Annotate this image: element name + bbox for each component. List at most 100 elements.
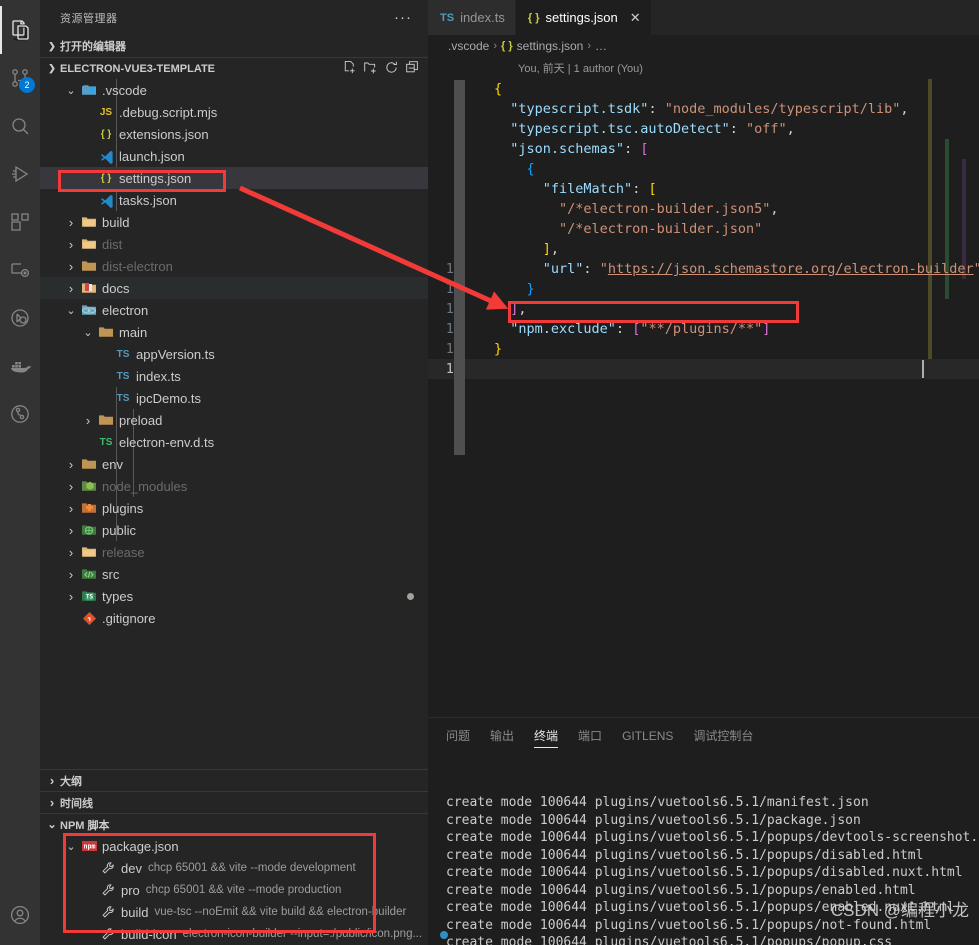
panel-tab-终端[interactable]: 终端 (534, 718, 559, 753)
npm-script-build-icon[interactable]: build-icon electron-icon-builder --input=… (40, 923, 428, 945)
activity-item-gitlens[interactable] (0, 390, 40, 438)
tab-label: settings.json (545, 10, 618, 25)
breadcrumb-item-symbol[interactable]: … (595, 39, 607, 53)
activity-item-run-and-debug[interactable] (0, 150, 40, 198)
panel-tab-问题[interactable]: 问题 (446, 718, 470, 753)
tree-file-index.ts[interactable]: TS index.ts (40, 365, 428, 387)
extensions-icon (8, 210, 32, 234)
tree-folder-env[interactable]: › env (40, 453, 428, 475)
chevron-down-icon: ⌄ (66, 84, 76, 97)
tree-folder-electron[interactable]: ⌄ electron (40, 299, 428, 321)
activity-item-explorer[interactable] (0, 6, 40, 54)
code-line-10[interactable]: 10 "url": "https://json.schemastore.org/… (428, 259, 979, 279)
watermark-text: CSDN @编程小龙 (830, 900, 969, 920)
section-project-root[interactable]: ❯ ELECTRON-VUE3-TEMPLATE (40, 57, 428, 79)
breadcrumb[interactable]: .vscode › { } settings.json › … (428, 35, 979, 57)
line-content: "json.schemas": [ (510, 141, 649, 157)
activity-bar: 2 (0, 0, 40, 945)
code-line-5[interactable]: 5 { (428, 159, 979, 179)
breadcrumb-item-folder[interactable]: .vscode (448, 39, 489, 53)
npm-script-dev[interactable]: dev chcp 65001 && vite --mode development (40, 857, 428, 879)
code-line-2[interactable]: 2 "typescript.tsdk": "node_modules/types… (428, 99, 979, 119)
tree-folder-plugins[interactable]: › plugins (40, 497, 428, 519)
tree-folder-dist-electron[interactable]: › dist-electron (40, 255, 428, 277)
panel-tab-端口[interactable]: 端口 (578, 718, 602, 753)
tree-file-launch.json[interactable]: launch.json (40, 145, 428, 167)
panel-tab-输出[interactable]: 输出 (490, 718, 514, 753)
npm-script-root-package-json[interactable]: ⌄ npm package.json (40, 835, 428, 857)
activity-item-extensions[interactable] (0, 198, 40, 246)
code-line-15[interactable]: 15 (428, 359, 979, 379)
close-icon[interactable]: ✕ (630, 10, 641, 26)
tree-file-extensions.json[interactable]: { } extensions.json (40, 123, 428, 145)
activity-item-docker[interactable] (0, 342, 40, 390)
tree-folder-preload[interactable]: › preload (40, 409, 428, 431)
activity-item-remote-explorer[interactable] (0, 294, 40, 342)
activity-item-testing[interactable] (0, 246, 40, 294)
sidebar-more-actions-button[interactable]: ··· (394, 10, 420, 25)
tree-file-.gitignore[interactable]: .gitignore (40, 607, 428, 629)
tree-folder-src[interactable]: › src (40, 563, 428, 585)
npm-script-build[interactable]: build vue-tsc --noEmit && vite build && e… (40, 901, 428, 923)
tab-index-ts[interactable]: TS index.ts (428, 0, 516, 35)
tab-settings-json[interactable]: { } settings.json ✕ (515, 0, 652, 35)
code-line-8[interactable]: 8 "/*electron-builder.json" (428, 219, 979, 239)
code-line-14[interactable]: 14} (428, 339, 979, 359)
section-open-editors[interactable]: ❯ 打开的编辑器 (40, 35, 428, 57)
new-file-icon[interactable] (342, 60, 357, 78)
sidebar-section-NPM 脚本[interactable]: ⌄ NPM 脚本 (40, 813, 428, 835)
tree-item-label: appVersion.ts (136, 346, 215, 362)
collapse-all-icon[interactable] (405, 60, 420, 78)
panel-tab-调试控制台[interactable]: 调试控制台 (693, 718, 753, 753)
sidebar-section-时间线[interactable]: › 时间线 (40, 791, 428, 813)
tree-folder-main[interactable]: ⌄ main (40, 321, 428, 343)
tree-folder-.vscode[interactable]: ⌄ .vscode (40, 79, 428, 101)
tree-folder-types[interactable]: › TS types (40, 585, 428, 607)
chevron-down-icon: ⌄ (83, 326, 93, 339)
tree-folder-dist[interactable]: › dist (40, 233, 428, 255)
tree-file-tasks.json[interactable]: tasks.json (40, 189, 428, 211)
folder-icon (79, 236, 99, 252)
npm-script-pro[interactable]: pro chcp 65001 && vite --mode production (40, 879, 428, 901)
tree-item-label: plugins (102, 500, 144, 516)
refresh-icon[interactable] (384, 60, 399, 78)
tree-file-settings.json[interactable]: { } settings.json (40, 167, 428, 189)
tree-folder-release[interactable]: › release (40, 541, 428, 563)
tree-folder-build[interactable]: › build (40, 211, 428, 233)
code-editor[interactable]: You, 前天 | 1 author (You) 1{2 "typescript… (428, 57, 979, 717)
code-line-6[interactable]: 6 "fileMatch": [ (428, 179, 979, 199)
chevron-right-icon: › (68, 544, 74, 560)
code-line-13[interactable]: 13 "npm.exclude": ["**/plugins/**"] (428, 319, 979, 339)
code-line-9[interactable]: 9 ], (428, 239, 979, 259)
tree-item-label: node_modules (102, 478, 188, 494)
tree-file-electron-env.d.ts[interactable]: TS electron-env.d.ts (40, 431, 428, 453)
code-line-12[interactable]: 12 ], (428, 299, 979, 319)
activity-item-accounts[interactable] (0, 891, 40, 939)
terminal-output[interactable]: create mode 100644 plugins/vuetools6.5.1… (428, 753, 979, 945)
tree-file-.debug.script.mjs[interactable]: JS .debug.script.mjs (40, 101, 428, 123)
code-line-4[interactable]: 4 "json.schemas": [ (428, 139, 979, 159)
tree-folder-docs[interactable]: › docs (40, 277, 428, 299)
sidebar-scrollbar[interactable] (454, 80, 465, 455)
panel-tab-GITLENS[interactable]: GITLENS (622, 718, 673, 753)
folder-plain-icon (96, 412, 116, 428)
code-line-11[interactable]: 11 } (428, 279, 979, 299)
code-content[interactable]: 1{2 "typescript.tsdk": "node_modules/typ… (428, 79, 979, 379)
tree-file-ipcDemo.ts[interactable]: TS ipcDemo.ts (40, 387, 428, 409)
code-line-3[interactable]: 3 "typescript.tsc.autoDetect": "off", (428, 119, 979, 139)
tree-file-appVersion.ts[interactable]: TS appVersion.ts (40, 343, 428, 365)
npm-script-name: build (121, 904, 149, 920)
activity-item-source-control[interactable]: 2 (0, 54, 40, 102)
activity-item-search[interactable] (0, 102, 40, 150)
code-line-1[interactable]: 1{ (428, 79, 979, 99)
breadcrumb-item-file[interactable]: settings.json (517, 39, 584, 53)
code-lens-authors[interactable]: You, 前天 | 1 author (You) (428, 57, 979, 79)
new-folder-icon[interactable] (363, 60, 378, 78)
sidebar-section-大纲[interactable]: › 大纲 (40, 769, 428, 791)
project-root-label: ELECTRON-VUE3-TEMPLATE (60, 62, 216, 75)
tree-folder-public[interactable]: › public (40, 519, 428, 541)
tree-folder-node_modules[interactable]: › node_modules (40, 475, 428, 497)
file-tree[interactable]: ⌄ .vscode JS .debug.script.mjs { } extensions… (40, 79, 428, 769)
code-line-7[interactable]: 7 "/*electron-builder.json5", (428, 199, 979, 219)
line-content: { (494, 81, 503, 97)
